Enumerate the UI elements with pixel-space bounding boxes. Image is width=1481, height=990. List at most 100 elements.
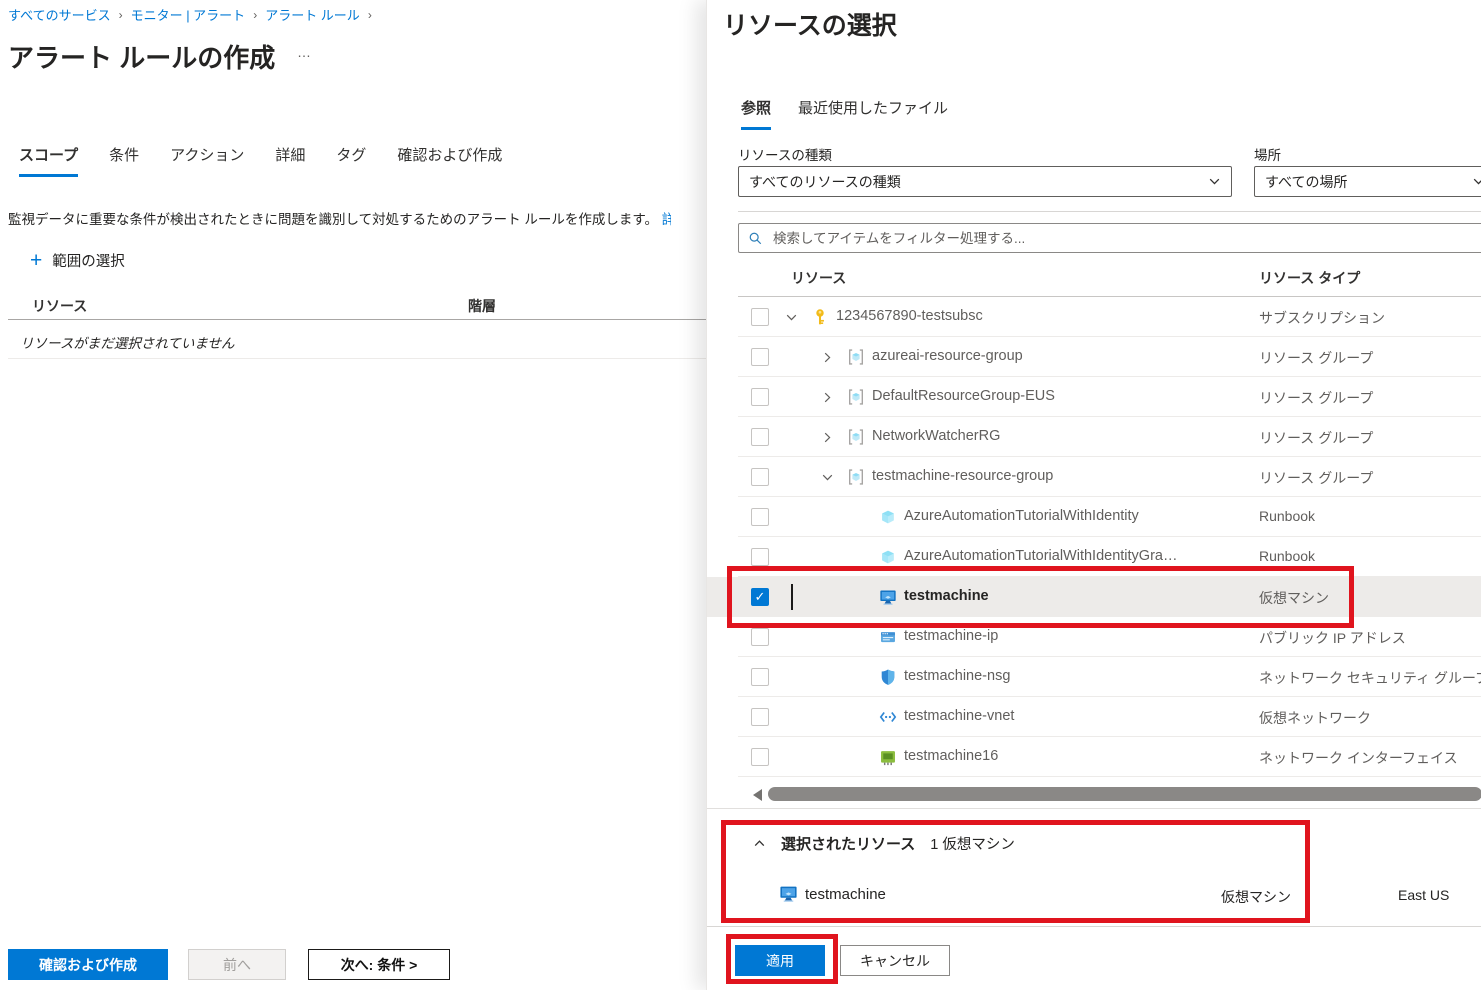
resource-type: サブスクリプション [1259, 308, 1385, 328]
resource-type-dropdown[interactable]: すべてのリソースの種類 [738, 166, 1232, 197]
row-checkbox[interactable]: ✓ [751, 588, 769, 606]
resource-tree-row[interactable]: azureai-resource-groupリソース グループ [707, 337, 1481, 377]
row-checkbox[interactable] [751, 308, 769, 326]
page-description: 監視データに重要な条件が検出されたときに問題を識別して対処するためのアラート ル… [8, 208, 700, 228]
resource-type: ネットワーク インターフェイス [1259, 748, 1458, 768]
resource-name: testmachine-resource-group [872, 468, 1053, 484]
scrollbar-left-arrow-icon[interactable] [753, 789, 762, 801]
resource-group-icon [847, 348, 865, 366]
page-title: アラート ルールの作成 [8, 38, 275, 75]
wizard-tab[interactable]: 詳細 [275, 144, 305, 177]
row-checkbox[interactable] [751, 668, 769, 686]
wizard-tab[interactable]: スコープ [19, 144, 78, 177]
resource-name: testmachine16 [904, 748, 998, 764]
resource-tree-row[interactable]: ✓ testmachine 仮想マシン [707, 577, 1481, 617]
resource-tree-row[interactable]: AzureAutomationTutorialWithIdentityRunbo… [707, 497, 1481, 537]
breadcrumb-link[interactable]: アラート ルール [265, 5, 360, 24]
next-condition-button[interactable]: 次へ: 条件 > [308, 949, 450, 980]
resource-type: リソース グループ [1259, 388, 1373, 408]
selected-resources-title: 選択されたリソース [781, 833, 915, 854]
wizard-tab[interactable]: 条件 [109, 144, 139, 177]
resource-group-icon [847, 468, 865, 486]
breadcrumb-separator: › [368, 8, 372, 22]
row-checkbox[interactable] [751, 468, 769, 486]
search-box[interactable] [738, 223, 1481, 253]
chevron-right-icon[interactable] [821, 351, 834, 364]
wizard-tab[interactable]: 確認および作成 [397, 144, 502, 177]
location-dropdown[interactable]: すべての場所 [1254, 166, 1481, 197]
resource-tree-row[interactable]: testmachine-resource-group リソース グループ [707, 457, 1481, 497]
wizard-tab[interactable]: アクション [170, 144, 244, 177]
breadcrumb-link[interactable]: すべてのサービス [8, 5, 111, 24]
chevron-down-icon[interactable] [785, 311, 798, 324]
chevron-right-icon[interactable] [821, 391, 834, 404]
selected-resources-count: 1 仮想マシン [930, 833, 1015, 854]
azure-portal-page: すべてのサービス › モニター | アラート › アラート ルール › アラート ルールの… [0, 0, 1481, 990]
resource-name: 1234567890-testsubsc [836, 308, 983, 324]
chevron-down-icon [1472, 175, 1481, 188]
breadcrumb-separator: › [119, 8, 123, 22]
title-menu-ellipsis[interactable]: … [297, 44, 312, 60]
previous-button[interactable]: 前へ [188, 949, 286, 980]
resource-name: testmachine-vnet [904, 708, 1014, 724]
chevron-up-icon[interactable] [753, 837, 766, 850]
resource-type: 仮想マシン [1259, 588, 1329, 608]
resource-group-icon [847, 388, 865, 406]
resource-name: NetworkWatcherRG [872, 428, 1000, 444]
selected-section-divider [707, 926, 1481, 927]
panel-column-resource: リソース [791, 268, 846, 288]
chevron-down-icon[interactable] [821, 471, 834, 484]
resource-type: Runbook [1259, 508, 1315, 524]
plus-icon: + [30, 252, 42, 270]
nic-icon [879, 748, 897, 766]
panel-tab[interactable]: 最近使用したファイル [798, 97, 948, 130]
chevron-down-icon [1208, 175, 1221, 188]
resource-tree-row[interactable]: testmachine-nsgネットワーク セキュリティ グループ [707, 657, 1481, 697]
resource-type-label: リソースの種類 [738, 144, 832, 164]
resource-tree-row[interactable]: NetworkWatcherRG リソース グループ [707, 417, 1481, 457]
resource-type: リソース グループ [1259, 348, 1373, 368]
resource-type: リソース グループ [1259, 428, 1373, 448]
apply-button[interactable]: 適用 [735, 945, 825, 976]
resource-name: testmachine [904, 588, 989, 604]
row-checkbox[interactable] [751, 388, 769, 406]
row-checkbox[interactable] [751, 428, 769, 446]
resource-tree-row[interactable]: testmachine-vnet仮想ネットワーク [707, 697, 1481, 737]
learn-more-link[interactable]: 詳細情報 [662, 208, 671, 228]
selected-resources-header[interactable]: 選択されたリソース 1 仮想マシン [753, 833, 1015, 854]
vm-icon [779, 884, 798, 903]
row-checkbox[interactable] [751, 708, 769, 726]
runbook-icon [879, 548, 897, 566]
public-ip-icon [879, 628, 897, 646]
left-column-hierarchy: 階層 [468, 296, 496, 316]
location-value: すべての場所 [1265, 172, 1347, 192]
vm-icon [879, 588, 897, 606]
row-checkbox[interactable] [751, 348, 769, 366]
select-scope-label: 範囲の選択 [52, 250, 125, 271]
row-checkbox[interactable] [751, 548, 769, 566]
resource-tree-row[interactable]: AzureAutomationTutorialWithIdentityGra…R… [707, 537, 1481, 577]
wizard-tab[interactable]: タグ [336, 144, 366, 177]
left-column-resource: リソース [32, 296, 87, 316]
breadcrumb-separator: › [253, 8, 257, 22]
resource-type: リソース グループ [1259, 468, 1373, 488]
resource-tree-row[interactable]: 1234567890-testsubsc サブスクリプション [707, 297, 1481, 337]
chevron-right-icon[interactable] [821, 431, 834, 444]
row-checkbox[interactable] [751, 748, 769, 766]
review-create-button[interactable]: 確認および作成 [8, 949, 168, 980]
selected-resource-name: testmachine [805, 886, 886, 903]
select-resource-panel: リソースの選択 参照最近使用したファイル リソースの種類 場所 すべてのリソース… [706, 0, 1481, 990]
wizard-tabs: スコープ条件アクション詳細タグ確認および作成 [19, 144, 533, 177]
row-checkbox[interactable] [751, 508, 769, 526]
horizontal-scrollbar[interactable] [768, 787, 1481, 801]
panel-tab[interactable]: 参照 [741, 97, 771, 130]
resource-tree-row[interactable]: testmachine16 ネットワーク インターフェイス [707, 737, 1481, 777]
row-checkbox[interactable] [751, 628, 769, 646]
resource-tree-row[interactable]: testmachine-ipパブリック IP アドレス [707, 617, 1481, 657]
resource-tree-row[interactable]: DefaultResourceGroup-EUSリソース グループ [707, 377, 1481, 417]
cancel-button[interactable]: キャンセル [840, 945, 950, 976]
breadcrumb-link[interactable]: モニター | アラート [131, 5, 246, 24]
search-input[interactable] [771, 230, 1475, 247]
panel-column-resource-type: リソース タイプ [1259, 268, 1360, 288]
select-scope-button[interactable]: + 範囲の選択 [30, 250, 125, 271]
